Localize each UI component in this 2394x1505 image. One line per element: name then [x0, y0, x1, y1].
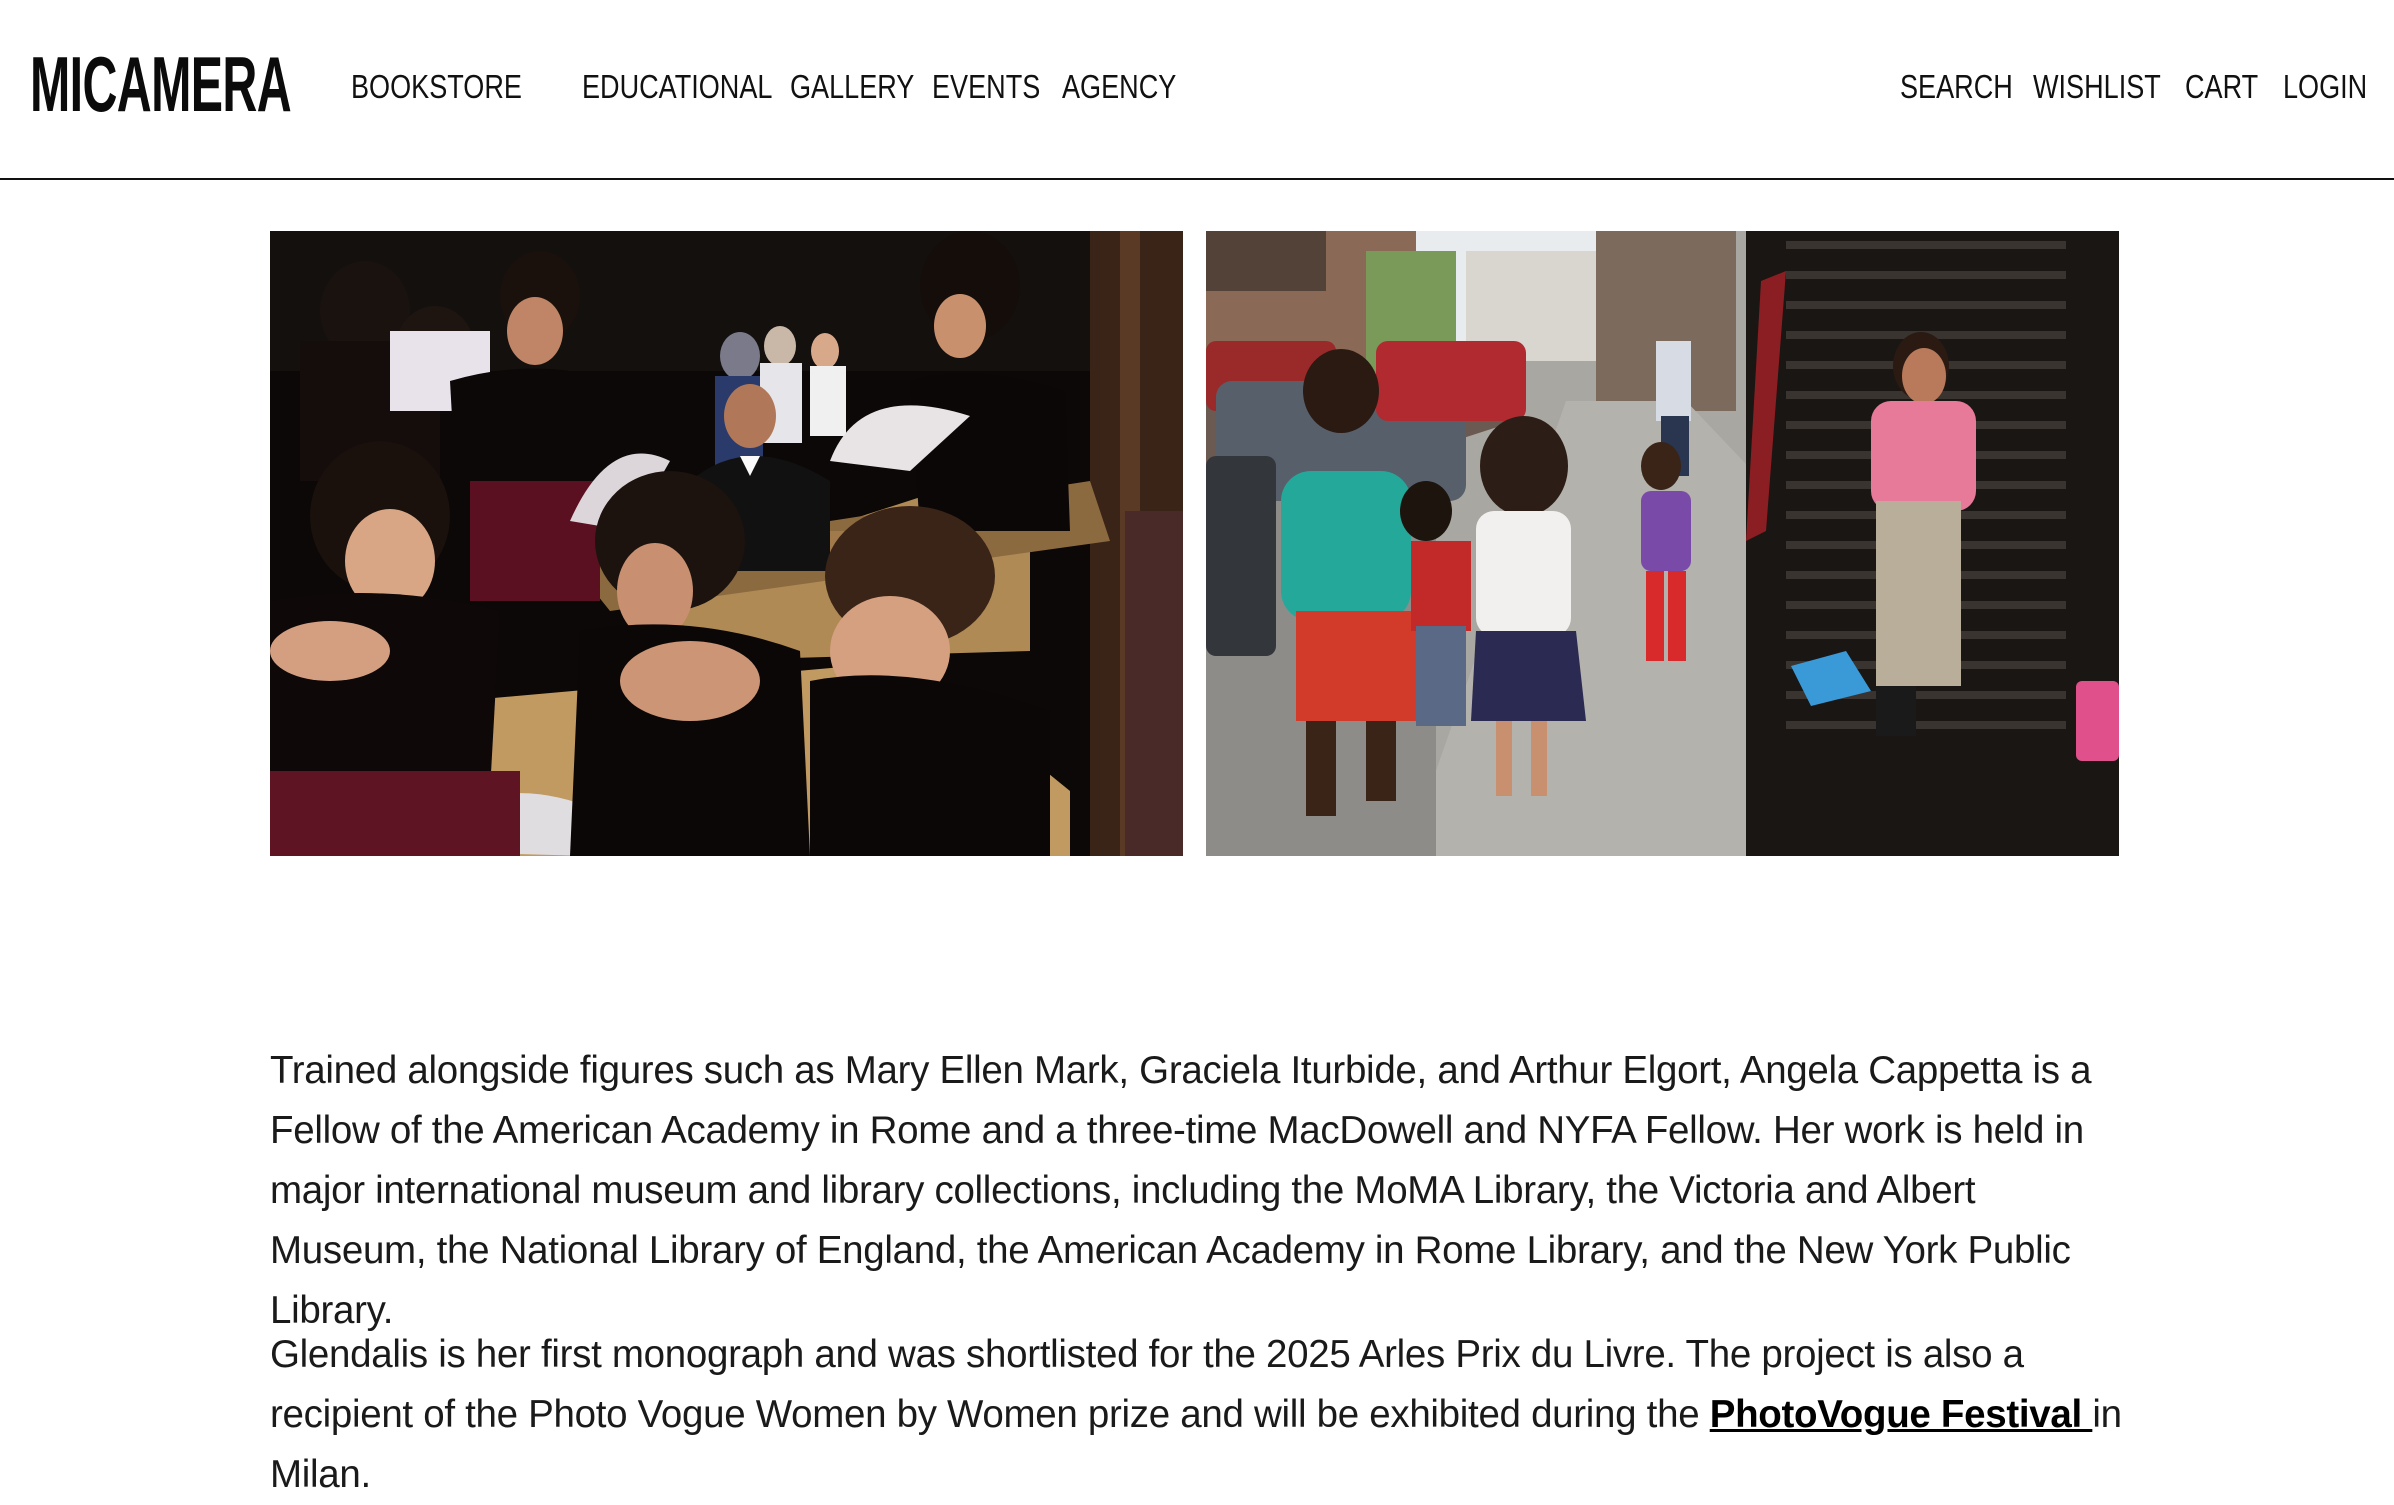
main-nav: BOOKSTORE EDUCATIONAL GALLERY EVENTS AGE… [351, 67, 1176, 107]
nav-login[interactable]: LOGIN [2283, 67, 2367, 107]
nav-wishlist[interactable]: WISHLIST [2033, 67, 2161, 107]
nav-search[interactable]: SEARCH [1900, 67, 2013, 107]
nav-events[interactable]: EVENTS [932, 67, 1040, 107]
article-paragraph-1: Trained alongside figures such as Mary E… [270, 1048, 2092, 1332]
nav-cart[interactable]: CART [2185, 67, 2258, 107]
nav-gallery[interactable]: GALLERY [790, 67, 914, 107]
photo-quinceanera-church [270, 231, 1183, 856]
nav-bookstore[interactable]: BOOKSTORE [351, 67, 522, 107]
utility-nav: SEARCH WISHLIST CART LOGIN [1900, 67, 2367, 107]
site-header: MICAMERA BOOKSTORE EDUCATIONAL GALLERY E… [0, 0, 2394, 180]
photo-street-children [1206, 231, 2119, 856]
nav-agency[interactable]: AGENCY [1062, 67, 1176, 107]
photovogue-festival-link[interactable]: PhotoVogue Festival [1710, 1393, 2093, 1436]
article-paragraph-2: Glendalis is her first monograph and was… [270, 1325, 2130, 1505]
nav-educational[interactable]: EDUCATIONAL [582, 67, 772, 107]
site-logo[interactable]: MICAMERA [30, 44, 292, 124]
